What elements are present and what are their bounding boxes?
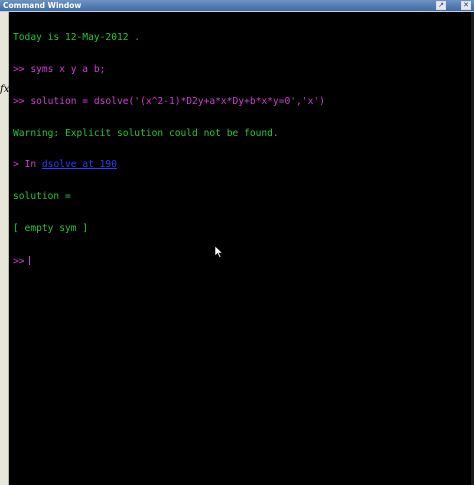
console-line-result-value: [ empty sym ] [13,222,89,234]
command-window: Command Window ↗ ✕ fx Today is 12-May-20… [0,0,474,485]
left-gutter [0,12,9,485]
console-line-command: >> solution = dsolve('(x^2-1)*D2y+a*x*Dy… [13,95,325,107]
console-line-command: >> syms x y a b; [13,63,106,75]
prompt-symbol: >> [13,255,25,267]
command-prompt[interactable]: >> [13,255,471,267]
text-cursor [28,255,30,265]
console-line-stack: > In dsolve at 190 [13,160,471,171]
console-line-date: Today is 12-May-2012 . [13,32,141,44]
close-x-icon[interactable]: ✕ [461,1,471,10]
mouse-pointer-icon [215,246,223,258]
console-output[interactable]: Today is 12-May-2012 . >> syms x y a b; … [13,12,471,287]
console-line-warning: Warning: Explicit solution could not be … [13,127,279,139]
console-line-result-label: solution = [13,191,71,203]
window-title: Command Window [3,1,82,10]
fx-function-browser-icon[interactable]: fx [0,84,12,96]
dsolve-link[interactable]: dsolve at 190 [42,159,117,171]
stack-prefix: > In [13,159,42,171]
window-titlebar[interactable]: Command Window ↗ ✕ [0,0,474,12]
undock-arrow-icon[interactable]: ↗ [436,1,446,10]
